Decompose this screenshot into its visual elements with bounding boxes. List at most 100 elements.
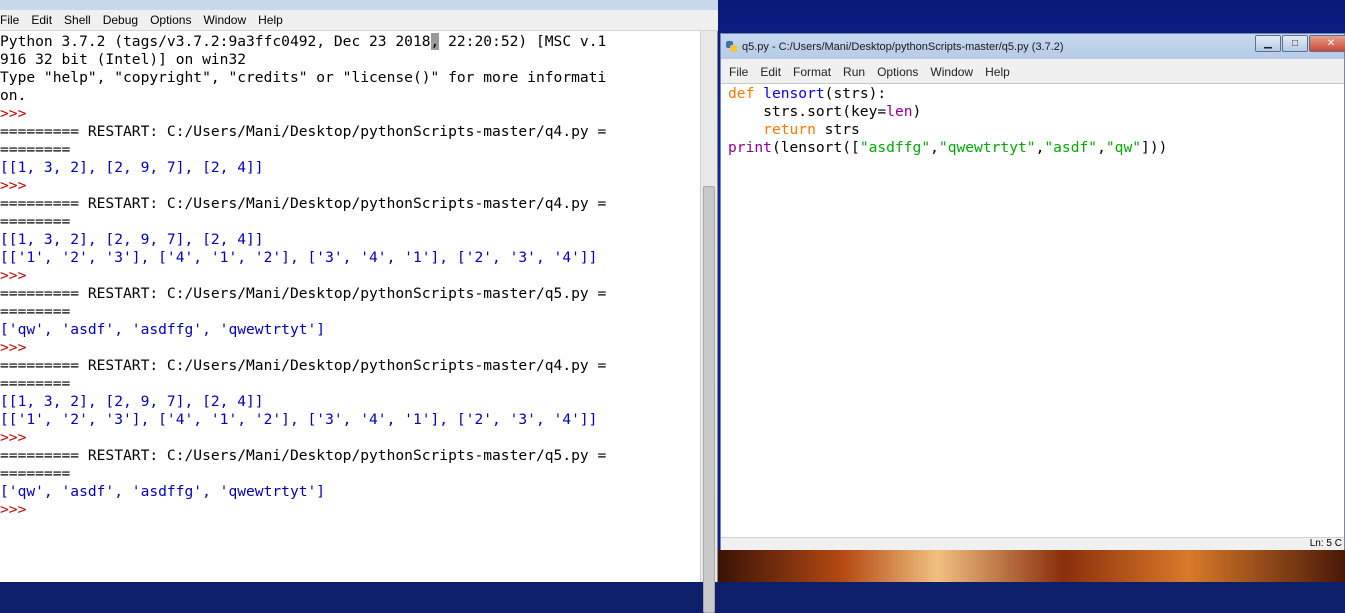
shell-banner-text: ======== xyxy=(0,141,71,158)
shell-output-text: [['1', '2', '3'], ['4', '1', '2'], ['3',… xyxy=(0,411,598,428)
shell-line: [['1', '2', '3'], ['4', '1', '2'], ['3',… xyxy=(0,249,700,267)
shell-banner-text: Type "help", "copyright", "credits" or "… xyxy=(0,69,607,86)
shell-banner-text: Python 3.7.2 (tags/v3.7.2:9a3ffc0492, De… xyxy=(0,33,431,50)
shell-output-text: ['qw', 'asdf', 'asdffg', 'qwewtrtyt'] xyxy=(0,321,326,338)
code-line: print(lensort(["asdffg","qwewtrtyt","asd… xyxy=(728,139,1344,157)
code-token: len xyxy=(886,103,913,120)
shell-line: [[1, 3, 2], [2, 9, 7], [2, 4]] xyxy=(0,159,700,177)
shell-line: ======== xyxy=(0,375,700,393)
shell-output-text: [['1', '2', '3'], ['4', '1', '2'], ['3',… xyxy=(0,249,598,266)
editor-menu-file[interactable]: File xyxy=(723,62,754,82)
shell-vertical-scrollbar[interactable] xyxy=(700,31,717,613)
code-token: "asdf" xyxy=(1044,139,1098,156)
shell-prompt: >>> xyxy=(0,267,36,284)
code-line: strs.sort(key=len) xyxy=(728,103,1344,121)
editor-menu-format[interactable]: Format xyxy=(787,62,837,82)
shell-menu-edit[interactable]: Edit xyxy=(25,10,58,30)
editor-menu-help[interactable]: Help xyxy=(979,62,1016,82)
shell-line: >>> xyxy=(0,339,700,357)
shell-banner-text: 916 32 bit (Intel)] on win32 xyxy=(0,51,247,68)
shell-line: ========= RESTART: C:/Users/Mani/Desktop… xyxy=(0,123,700,141)
shell-menu-debug[interactable]: Debug xyxy=(97,10,144,30)
editor-menu-run[interactable]: Run xyxy=(837,62,871,82)
code-token: , xyxy=(930,139,939,156)
shell-banner-text: ========= RESTART: C:/Users/Mani/Desktop… xyxy=(0,195,607,212)
shell-line: 916 32 bit (Intel)] on win32 xyxy=(0,51,700,69)
shell-line: on. xyxy=(0,87,700,105)
shell-line: ['qw', 'asdf', 'asdffg', 'qwewtrtyt'] xyxy=(0,321,700,339)
shell-banner-text: ======== xyxy=(0,465,71,482)
shell-prompt: >>> xyxy=(0,177,36,194)
code-editor-area[interactable]: def lensort(strs): strs.sort(key=len) re… xyxy=(721,83,1344,537)
shell-line: Type "help", "copyright", "credits" or "… xyxy=(0,69,700,87)
code-token: print xyxy=(728,139,772,156)
text-cursor-selection: , xyxy=(430,33,440,50)
shell-banner-text: ========= RESTART: C:/Users/Mani/Desktop… xyxy=(0,357,607,374)
shell-line: ========= RESTART: C:/Users/Mani/Desktop… xyxy=(0,195,700,213)
shell-line: ========= RESTART: C:/Users/Mani/Desktop… xyxy=(0,447,700,465)
close-button[interactable]: ✕ xyxy=(1309,35,1345,52)
code-line: def lensort(strs): xyxy=(728,85,1344,103)
shell-line: >>> xyxy=(0,177,700,195)
editor-menu-options[interactable]: Options xyxy=(871,62,924,82)
shell-output-text: [[1, 3, 2], [2, 9, 7], [2, 4]] xyxy=(0,231,264,248)
editor-menubar: File Edit Format Run Options Window Help xyxy=(721,61,1344,82)
shell-line: [[1, 3, 2], [2, 9, 7], [2, 4]] xyxy=(0,393,700,411)
code-token: strs.sort(key= xyxy=(728,103,887,120)
maximize-button[interactable]: □ xyxy=(1282,35,1308,52)
shell-banner-text: ========= RESTART: C:/Users/Mani/Desktop… xyxy=(0,123,607,140)
shell-line: >>> xyxy=(0,501,700,519)
shell-menu-file[interactable]: File xyxy=(0,10,25,30)
desktop-wallpaper-strip xyxy=(718,550,1345,582)
code-line: return strs xyxy=(728,121,1344,139)
shell-line: ========= RESTART: C:/Users/Mani/Desktop… xyxy=(0,285,700,303)
code-token: return xyxy=(763,121,816,138)
code-token: strs xyxy=(815,121,860,138)
minimize-button[interactable]: ▁ xyxy=(1255,35,1281,52)
code-token: (strs): xyxy=(824,85,887,102)
shell-output-text: [[1, 3, 2], [2, 9, 7], [2, 4]] xyxy=(0,159,264,176)
shell-menu-window[interactable]: Window xyxy=(197,10,252,30)
shell-banner-text: ======== xyxy=(0,213,71,230)
shell-line: ======== xyxy=(0,303,700,321)
shell-menubar: File Edit Shell Debug Options Window Hel… xyxy=(0,10,718,31)
editor-window: q5.py - C:/Users/Mani/Desktop/pythonScri… xyxy=(720,33,1345,550)
shell-menu-options[interactable]: Options xyxy=(144,10,197,30)
shell-menu-help[interactable]: Help xyxy=(252,10,289,30)
shell-menu-shell[interactable]: Shell xyxy=(58,10,97,30)
code-token: "qw" xyxy=(1105,139,1142,156)
shell-line: ======== xyxy=(0,465,700,483)
shell-banner-text: ======== xyxy=(0,375,71,392)
python-shell-window: File Edit Shell Debug Options Window Hel… xyxy=(0,0,718,613)
code-token: lensort xyxy=(763,85,825,102)
shell-line: ======== xyxy=(0,141,700,159)
shell-line: ========= RESTART: C:/Users/Mani/Desktop… xyxy=(0,357,700,375)
code-token: (lensort([ xyxy=(771,139,860,156)
code-token: "asdffg" xyxy=(859,139,931,156)
shell-text-area[interactable]: Python 3.7.2 (tags/v3.7.2:9a3ffc0492, De… xyxy=(0,33,700,582)
editor-title: q5.py - C:/Users/Mani/Desktop/pythonScri… xyxy=(742,40,1064,53)
shell-line: >>> xyxy=(0,267,700,285)
shell-scroll-thumb[interactable] xyxy=(703,186,715,613)
shell-prompt: >>> xyxy=(0,339,36,356)
shell-output-text: [[1, 3, 2], [2, 9, 7], [2, 4]] xyxy=(0,393,264,410)
editor-status-bar: Ln: 5 C xyxy=(721,537,1344,550)
shell-banner-text: ======== xyxy=(0,303,71,320)
shell-prompt: >>> xyxy=(0,105,36,122)
code-token: "qwewtrtyt" xyxy=(938,139,1036,156)
shell-prompt: >>> xyxy=(0,429,36,446)
shell-output-text: ['qw', 'asdf', 'asdffg', 'qwewtrtyt'] xyxy=(0,483,326,500)
code-token: , xyxy=(1097,139,1106,156)
code-token: ])) xyxy=(1141,139,1168,156)
editor-menu-edit[interactable]: Edit xyxy=(754,62,787,82)
shell-banner-text: 22:20:52) [MSC v.1 xyxy=(439,33,607,50)
code-token: def xyxy=(728,85,755,102)
editor-menu-window[interactable]: Window xyxy=(924,62,979,82)
shell-titlebar[interactable] xyxy=(0,0,718,10)
editor-titlebar[interactable]: q5.py - C:/Users/Mani/Desktop/pythonScri… xyxy=(721,34,1345,59)
code-token: ) xyxy=(912,103,922,120)
shell-line: >>> xyxy=(0,429,700,447)
shell-line: [['1', '2', '3'], ['4', '1', '2'], ['3',… xyxy=(0,411,700,429)
